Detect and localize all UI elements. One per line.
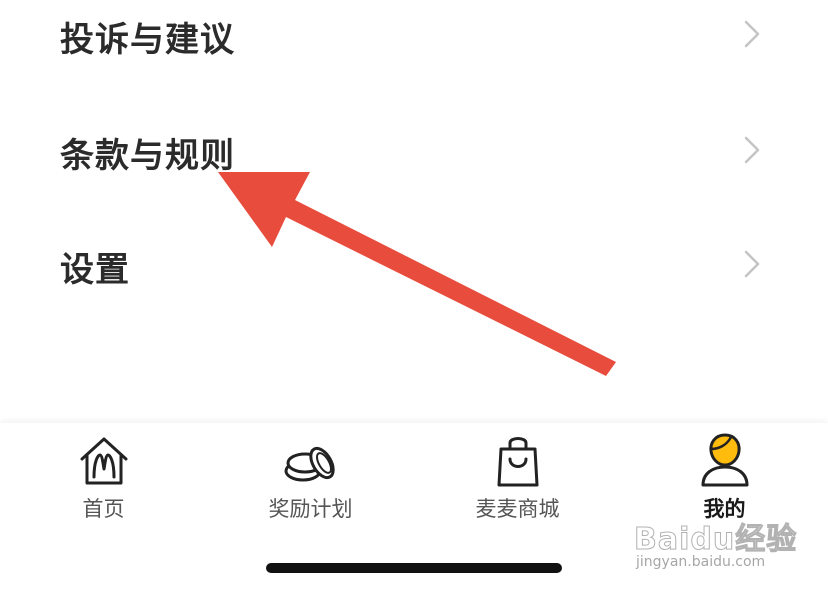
tab-me[interactable]: 我的 xyxy=(621,423,828,533)
tab-label: 奖励计划 xyxy=(268,497,353,521)
menu-item-label: 条款与规则 xyxy=(60,136,235,176)
chevron-right-icon xyxy=(744,250,760,278)
tab-label: 麦麦商城 xyxy=(475,497,560,521)
shopping-bag-icon xyxy=(497,437,538,487)
menu-item-terms[interactable]: 条款与规则 xyxy=(0,116,828,196)
menu-item-label: 投诉与建议 xyxy=(60,20,235,60)
chevron-right-icon xyxy=(744,136,760,164)
coins-icon xyxy=(284,446,335,482)
tab-home[interactable]: 首页 xyxy=(0,423,207,533)
tab-label: 首页 xyxy=(82,497,125,521)
home-indicator xyxy=(266,563,562,573)
menu-item-complaints[interactable]: 投诉与建议 xyxy=(0,0,828,80)
menu-item-settings[interactable]: 设置 xyxy=(0,230,828,310)
app-screen: 投诉与建议 条款与规则 设置 首页 奖励计划 麦麦商城 我的 Baidu经验 j… xyxy=(0,0,828,590)
chevron-right-icon xyxy=(744,20,760,48)
tab-label: 我的 xyxy=(703,497,746,521)
tab-mall[interactable]: 麦麦商城 xyxy=(414,423,621,533)
home-m-icon xyxy=(80,437,127,485)
user-icon xyxy=(701,433,748,487)
tab-rewards[interactable]: 奖励计划 xyxy=(207,423,414,533)
menu-item-label: 设置 xyxy=(60,250,130,290)
